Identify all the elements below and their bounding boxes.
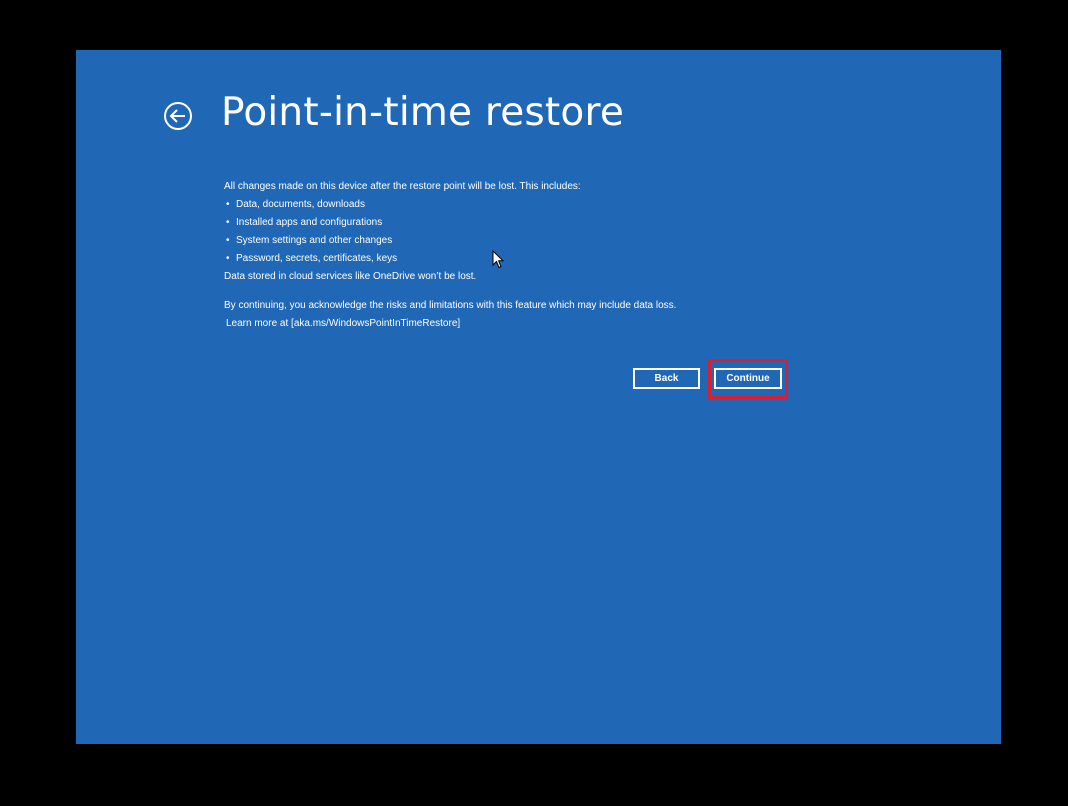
acknowledge-text: By continuing, you acknowledge the risks… — [224, 300, 677, 311]
intro-text: All changes made on this device after th… — [224, 181, 581, 192]
list-item: Data, documents, downloads — [224, 196, 824, 214]
continue-button[interactable]: Continue — [714, 368, 782, 389]
warning-text: All changes made on this device after th… — [224, 178, 824, 333]
back-button[interactable]: Back — [633, 368, 700, 389]
affected-items-list: Data, documents, downloads Installed app… — [224, 196, 824, 268]
cloud-note: Data stored in cloud services like OneDr… — [224, 271, 477, 282]
learn-more-text: Learn more at [aka.ms/WindowsPointInTime… — [226, 318, 461, 329]
back-arrow-icon[interactable] — [163, 101, 193, 131]
recovery-screen: Point-in-time restore All changes made o… — [76, 50, 1001, 744]
list-item: System settings and other changes — [224, 232, 824, 250]
mouse-pointer-icon — [492, 250, 504, 269]
list-item: Installed apps and configurations — [224, 214, 824, 232]
page-title: Point-in-time restore — [221, 90, 625, 135]
list-item: Password, secrets, certificates, keys — [224, 250, 824, 268]
